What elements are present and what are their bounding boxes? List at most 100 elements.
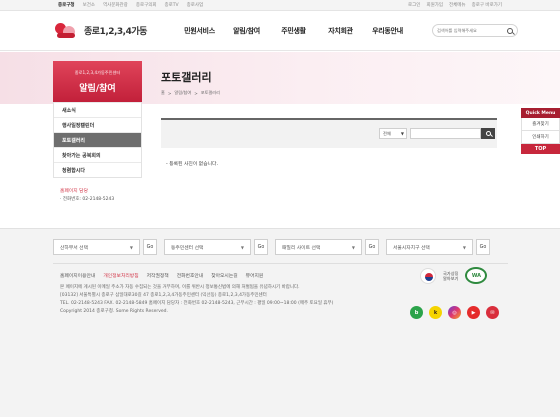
link-jongno-tv[interactable]: 종로TV [165, 2, 179, 8]
side-nav: 종로1,2,3,4가동주민센터 알림/참여 새소식 행사일정캘린더 포토갤러리 … [53, 61, 142, 202]
side-nav-menu: 새소식 행사일정캘린더 포토갤러리 찾아가는 공북회의 청렴합시다 [53, 102, 142, 178]
search-input[interactable] [437, 28, 505, 33]
taegeuk-flag-icon[interactable] [420, 267, 436, 284]
footer-badges: 국가상징 알아보기 WA [420, 267, 488, 284]
breadcrumb-sep-icon: > [167, 90, 172, 96]
util-links: 로그인 회원가입 전체메뉴 종로구 바로가기 [408, 2, 502, 8]
side-item-news[interactable]: 새소식 [54, 102, 141, 117]
footer-link-copyright[interactable]: 저작권정책 [147, 272, 169, 279]
side-nav-title: 알림/참여 [79, 84, 116, 94]
breadcrumb-home[interactable]: 홈 [161, 90, 165, 96]
page-title: 포토갤러리 [161, 71, 212, 84]
footer-link-viewer[interactable]: 뷰어지원 [246, 272, 264, 279]
seoul-gu-select[interactable]: 서울시자치구 선택 ▼ [386, 239, 473, 255]
side-item-calendar[interactable]: 행사일정캘린더 [54, 117, 141, 132]
nav-autonomy-hall[interactable]: 자치회관 [317, 26, 364, 36]
sitemap-link[interactable]: 전체메뉴 [449, 2, 466, 8]
top-utility-bar: 종로구청 보건소 역사문화관광 종로구의회 종로TV 종로사업 로그인 회원가입… [0, 0, 560, 11]
link-jongno-gu[interactable]: 종로구청 [58, 2, 75, 8]
goto-jongno-link[interactable]: 종로구 바로가기 [472, 2, 502, 8]
footer-link-directions[interactable]: 찾아오시는길 [211, 272, 237, 279]
footer-link-privacy[interactable]: 개인정보처리방침 [103, 272, 138, 279]
site-header: 종로1,2,3,4가동 민원서비스 알림/참여 주민생활 자치회관 우리동안내 [0, 11, 560, 51]
kakao-icon[interactable]: k [429, 306, 442, 319]
side-item-photo-gallery[interactable]: 포토갤러리 [54, 132, 141, 147]
chevron-down-icon: ▼ [462, 244, 466, 250]
empty-message: - 등록된 사진이 없습니다. [166, 162, 218, 167]
dong-go-button[interactable]: Go [254, 239, 268, 255]
footer-copyright: Copyright 2014 종로구청. Some Rights Reserve… [60, 309, 168, 314]
family-site-go-button[interactable]: Go [365, 239, 379, 255]
footer-info: 본 페이지에 게시된 이메일 주소가 자동 수집되는 것을 거부하며, 이를 위… [60, 284, 333, 316]
footer-address: [03132] 서울특별시 종로구 삼일대로30길 47 종로1,2,3,4가동… [60, 293, 267, 298]
site-logo[interactable]: 종로1,2,3,4가동 [53, 21, 166, 41]
contact-phone: · 전화번호: 02-2148-5243 [60, 197, 115, 202]
link-health-center[interactable]: 보건소 [83, 2, 95, 8]
breadcrumb: 홈 > 알림/참여 > 포토갤러리 [161, 90, 220, 96]
link-council[interactable]: 종로구의회 [136, 2, 157, 8]
contact-title: 홈페이지 담당 [60, 189, 89, 194]
national-symbol-line2: 알아보기 [443, 275, 459, 281]
scroll-top-button[interactable]: TOP [521, 144, 560, 154]
footer-divider [53, 263, 508, 264]
chevron-down-icon: ▼ [240, 244, 244, 250]
nav-civil-service[interactable]: 민원서비스 [176, 26, 223, 36]
nav-notice-participation[interactable]: 알림/참여 [223, 26, 270, 36]
nav-dong-guide[interactable]: 우리동안내 [364, 26, 411, 36]
link-jongno-business[interactable]: 종로사업 [187, 2, 204, 8]
breadcrumb-sep-icon: > [194, 90, 198, 96]
chevron-down-icon: ▼ [400, 131, 404, 136]
dept-select[interactable]: 산하부서 선택 ▼ [53, 239, 140, 255]
breadcrumb-current: 포토갤러리 [200, 90, 220, 95]
chevron-down-icon: ▼ [129, 244, 133, 250]
nav-resident-life[interactable]: 주민생활 [270, 26, 317, 36]
seoul-gu-go-button[interactable]: Go [476, 239, 490, 255]
national-symbol-text: 국가상징 알아보기 [443, 271, 458, 281]
dong-select-label: 동주민센터 선택 [171, 245, 204, 251]
search-scope-select[interactable]: 전체 ▼ [379, 128, 407, 139]
keyword-search-button[interactable] [481, 128, 495, 139]
instagram-icon[interactable]: ◎ [448, 306, 461, 319]
main-nav: 민원서비스 알림/참여 주민생활 자치회관 우리동안내 [176, 26, 411, 36]
header-search [432, 24, 518, 37]
side-item-integrity[interactable]: 청렴합시다 [54, 162, 141, 177]
dept-go-button[interactable]: Go [143, 239, 157, 255]
search-filter-bar: 전체 ▼ [161, 118, 497, 148]
logo-text: 종로1,2,3,4가동 [84, 27, 147, 37]
page-contact: 홈페이지 담당 · 전화번호: 02-2148-5243 [53, 187, 142, 202]
footer-contact: TEL. 02-2148-5243 FAX. 02-2148-5849 홈페이지… [60, 301, 334, 306]
search-icon [485, 131, 491, 136]
national-symbol-line1: 국가상징 [443, 270, 459, 276]
family-site-select[interactable]: 패밀리 사이트 선택 ▼ [275, 239, 362, 255]
site-footer: 산하부서 선택 ▼ Go 동주민센터 선택 ▼ Go 패밀리 사이트 선택 ▼ Go … [0, 228, 560, 417]
search-scope-value: 전체 [383, 130, 391, 136]
footer-link-phone[interactable]: 전화번호안내 [177, 272, 203, 279]
side-nav-header: 종로1,2,3,4가동주민센터 알림/참여 [53, 61, 142, 102]
quick-bookmark[interactable]: 즐겨찾기 [521, 118, 560, 131]
newsletter-icon[interactable]: ✉ [486, 306, 499, 319]
family-site-select-label: 패밀리 사이트 선택 [282, 245, 321, 251]
quick-menu-title: Quick Menu [521, 108, 560, 118]
search-icon[interactable] [507, 27, 513, 34]
link-culture-tour[interactable]: 역사문화관광 [103, 2, 128, 8]
dong-select[interactable]: 동주민센터 선택 ▼ [164, 239, 251, 255]
side-nav-sub: 종로1,2,3,4가동주민센터 [74, 70, 121, 75]
family-links: 종로구청 보건소 역사문화관광 종로구의회 종로TV 종로사업 [58, 2, 203, 8]
youtube-icon[interactable]: ▶ [467, 306, 480, 319]
footer-selects: 산하부서 선택 ▼ Go 동주민센터 선택 ▼ Go 패밀리 사이트 선택 ▼ Go … [53, 239, 490, 255]
keyword-input[interactable] [410, 128, 481, 139]
blog-icon[interactable]: b [410, 306, 423, 319]
breadcrumb-section[interactable]: 알림/참여 [174, 90, 191, 96]
footer-email-notice: 본 페이지에 게시된 이메일 주소가 자동 수집되는 것을 거부하며, 이를 위… [60, 285, 300, 290]
quick-print[interactable]: 인쇄하기 [521, 131, 560, 144]
login-link[interactable]: 로그인 [408, 2, 420, 8]
dept-select-label: 산하부서 선택 [60, 245, 89, 251]
quick-menu: Quick Menu 즐겨찾기 인쇄하기 TOP [521, 108, 560, 154]
footer-link-guide[interactable]: 홈페이지이용안내 [60, 272, 95, 279]
web-accessibility-mark-icon: WA [465, 267, 488, 284]
side-item-meeting[interactable]: 찾아가는 공북회의 [54, 147, 141, 162]
chevron-down-icon: ▼ [351, 244, 355, 250]
logo-icon [53, 21, 81, 41]
sns-links: b k ◎ ▶ ✉ [410, 306, 499, 319]
join-link[interactable]: 회원가입 [426, 2, 443, 8]
